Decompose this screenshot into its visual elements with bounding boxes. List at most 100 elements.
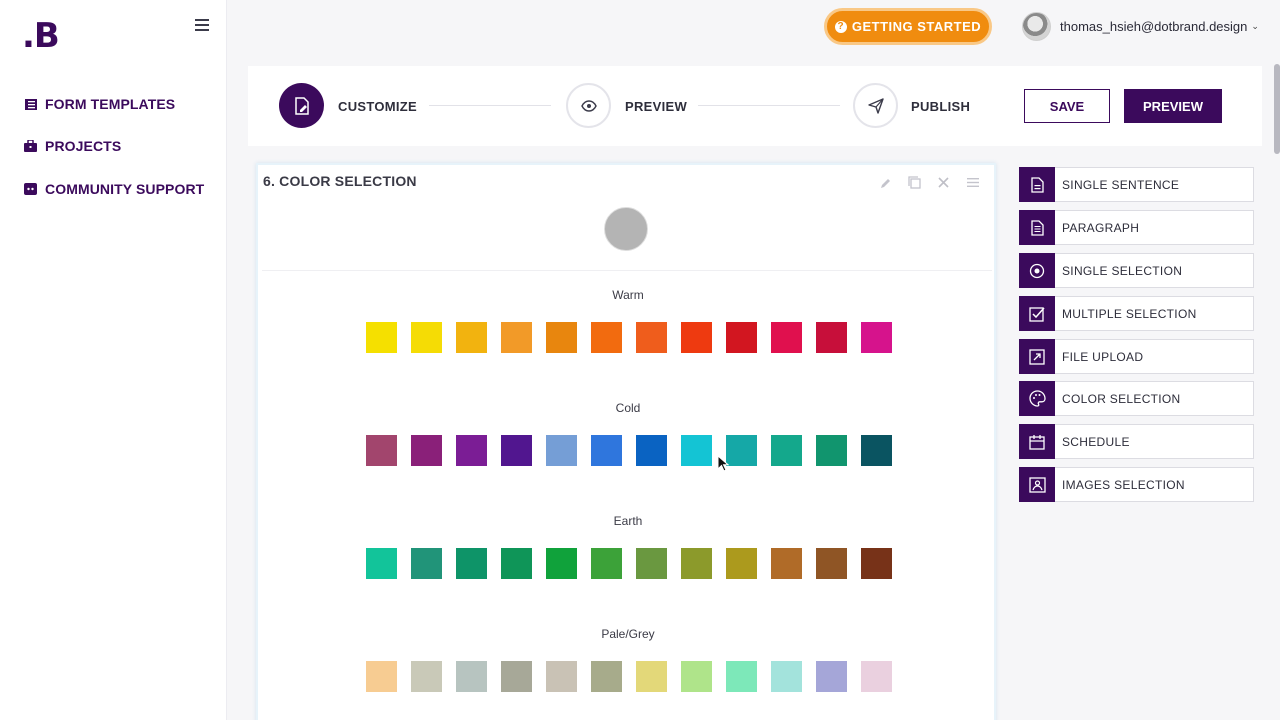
color-swatch[interactable]	[681, 322, 712, 353]
color-swatch[interactable]	[771, 661, 802, 692]
palette-item-color-selection[interactable]: COLOR SELECTION	[1019, 381, 1254, 416]
color-swatch[interactable]	[861, 435, 892, 466]
discord-icon	[24, 183, 37, 196]
briefcase-icon	[24, 140, 37, 153]
doc-icon	[1019, 167, 1055, 202]
group-label-earth: Earth	[613, 514, 643, 528]
color-swatch[interactable]	[501, 435, 532, 466]
sidebar-item-form-templates[interactable]: FORM TEMPLATES	[24, 96, 175, 112]
palette-item-paragraph[interactable]: PARAGRAPH	[1019, 210, 1254, 245]
palette-item-label: SINGLE SELECTION	[1062, 263, 1183, 278]
upload-icon	[1019, 339, 1055, 374]
color-swatch[interactable]	[501, 661, 532, 692]
palette-icon	[1019, 381, 1055, 416]
color-swatch[interactable]	[546, 322, 577, 353]
calendar-icon	[1019, 424, 1055, 459]
color-swatch[interactable]	[816, 661, 847, 692]
color-swatch[interactable]	[771, 548, 802, 579]
avatar	[1022, 12, 1051, 41]
color-swatch[interactable]	[636, 322, 667, 353]
palette-item-multiple-selection[interactable]: MULTIPLE SELECTION	[1019, 296, 1254, 331]
palette-item-label: PARAGRAPH	[1062, 220, 1140, 235]
color-swatch[interactable]	[366, 435, 397, 466]
palette-item-schedule[interactable]: SCHEDULE	[1019, 424, 1254, 459]
color-swatch[interactable]	[366, 661, 397, 692]
color-swatch[interactable]	[411, 661, 442, 692]
user-email: thomas_hsieh@dotbrand.design	[1060, 19, 1248, 34]
color-swatch[interactable]	[816, 322, 847, 353]
color-swatch[interactable]	[366, 548, 397, 579]
group-label-pale-grey: Pale/Grey	[601, 627, 655, 641]
palette-item-images-selection[interactable]: IMAGES SELECTION	[1019, 467, 1254, 502]
color-swatch[interactable]	[501, 548, 532, 579]
color-swatch[interactable]	[501, 322, 532, 353]
color-swatch[interactable]	[816, 435, 847, 466]
sidebar-item-community-support[interactable]: COMMUNITY SUPPORT	[24, 181, 204, 197]
color-swatch[interactable]	[726, 435, 757, 466]
color-swatch[interactable]	[456, 661, 487, 692]
color-swatch[interactable]	[411, 548, 442, 579]
color-swatch[interactable]	[456, 435, 487, 466]
send-icon[interactable]	[853, 83, 898, 128]
color-swatch[interactable]	[726, 548, 757, 579]
duplicate-icon[interactable]	[907, 175, 922, 190]
sidebar-item-label: FORM TEMPLATES	[45, 96, 176, 112]
eye-icon[interactable]	[566, 83, 611, 128]
palette-item-single-sentence[interactable]: SINGLE SENTENCE	[1019, 167, 1254, 202]
palette-item-single-selection[interactable]: SINGLE SELECTION	[1019, 253, 1254, 288]
color-swatch[interactable]	[546, 661, 577, 692]
color-swatch[interactable]	[861, 661, 892, 692]
sidebar-item-projects[interactable]: PROJECTS	[24, 138, 121, 154]
group-label-cold: Cold	[615, 401, 641, 415]
color-swatch[interactable]	[726, 322, 757, 353]
color-swatch[interactable]	[591, 548, 622, 579]
color-swatch[interactable]	[771, 435, 802, 466]
user-menu[interactable]: thomas_hsieh@dotbrand.design ⌄	[1022, 12, 1259, 41]
color-swatch[interactable]	[411, 435, 442, 466]
color-swatch[interactable]	[636, 661, 667, 692]
palette-item-label: FILE UPLOAD	[1062, 349, 1144, 364]
color-selection-question[interactable]: 6. COLOR SELECTION Warm Cold Earth Pale/…	[256, 163, 996, 720]
list-icon	[24, 98, 37, 111]
save-button[interactable]: SAVE	[1024, 89, 1110, 123]
color-swatch[interactable]	[816, 548, 847, 579]
step-customize-icon[interactable]	[279, 83, 324, 128]
color-swatch[interactable]	[861, 322, 892, 353]
color-swatch[interactable]	[681, 661, 712, 692]
color-swatch[interactable]	[546, 435, 577, 466]
color-swatch[interactable]	[681, 435, 712, 466]
hamburger-menu-icon[interactable]	[195, 19, 209, 31]
palette-item-file-upload[interactable]: FILE UPLOAD	[1019, 339, 1254, 374]
question-title: 6. COLOR SELECTION	[263, 173, 417, 189]
drag-handle-icon[interactable]	[965, 175, 980, 190]
color-swatch[interactable]	[456, 322, 487, 353]
color-swatch[interactable]	[726, 661, 757, 692]
color-swatch[interactable]	[591, 435, 622, 466]
pencil-icon[interactable]	[878, 175, 893, 190]
color-swatch[interactable]	[591, 661, 622, 692]
color-swatch[interactable]	[411, 322, 442, 353]
color-swatch[interactable]	[681, 548, 712, 579]
color-swatch[interactable]	[771, 322, 802, 353]
color-swatch[interactable]	[636, 548, 667, 579]
step-publish-label[interactable]: PUBLISH	[911, 99, 970, 114]
group-label-warm: Warm	[612, 288, 644, 302]
color-swatch[interactable]	[546, 548, 577, 579]
palette-item-label: IMAGES SELECTION	[1062, 477, 1185, 492]
color-swatch[interactable]	[636, 435, 667, 466]
color-swatch[interactable]	[591, 322, 622, 353]
close-icon[interactable]	[936, 175, 951, 190]
color-swatch[interactable]	[456, 548, 487, 579]
preview-button[interactable]: PREVIEW	[1124, 89, 1222, 123]
getting-started-button[interactable]: ? GETTING STARTED	[824, 8, 992, 45]
palette-item-label: SINGLE SENTENCE	[1062, 177, 1180, 192]
scrollbar-thumb[interactable]	[1274, 64, 1280, 154]
brand-logo[interactable]: .B	[22, 16, 60, 56]
selected-color-preview	[604, 207, 648, 251]
color-swatch[interactable]	[861, 548, 892, 579]
step-preview-label[interactable]: PREVIEW	[625, 99, 687, 114]
color-swatch[interactable]	[366, 322, 397, 353]
sidebar-item-label: COMMUNITY SUPPORT	[45, 181, 205, 197]
step-customize-label[interactable]: CUSTOMIZE	[338, 99, 417, 114]
help-icon: ?	[834, 20, 847, 33]
